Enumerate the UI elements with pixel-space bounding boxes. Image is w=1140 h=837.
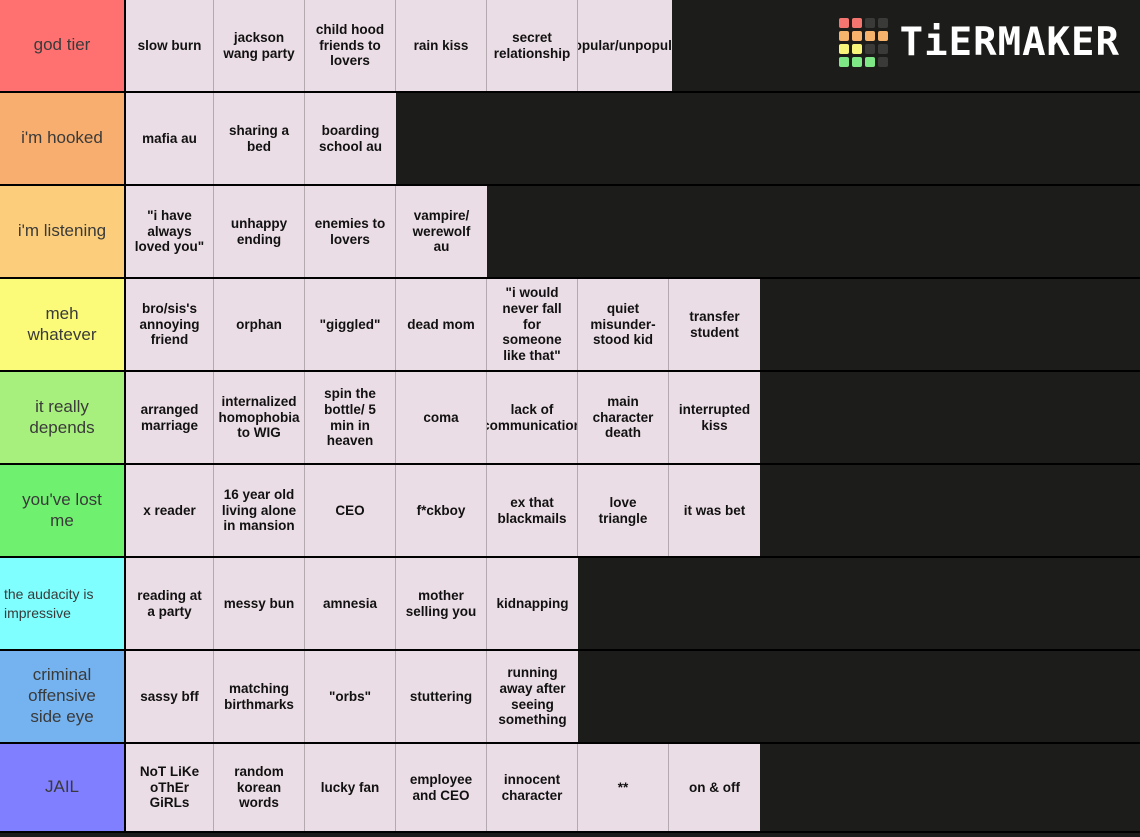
tier-label[interactable]: god tier [0, 0, 126, 91]
tier-row: i'm hooked mafia au sharing a bed boarding … [0, 93, 1140, 186]
tier-item[interactable]: love triangle [578, 465, 669, 556]
tier-item[interactable]: messy bun [214, 558, 305, 649]
tier-item[interactable]: coma [396, 372, 487, 463]
tier-row: criminal offensive side eye sassy bff matc… [0, 651, 1140, 744]
tier-item[interactable]: f*ckboy [396, 465, 487, 556]
tier-row: meh whatever bro/sis's annoying friend orp… [0, 279, 1140, 372]
tier-item[interactable]: spin the bottle/ 5 min in heaven [305, 372, 396, 463]
tier-item[interactable]: arranged marriage [126, 372, 214, 463]
tier-row: JAIL NoT LiKe oThEr GiRLs random korean wo… [0, 744, 1140, 833]
tier-item[interactable]: 16 year old living alone in mansion [214, 465, 305, 556]
tier-items-container: slow burn jackson wang party child hood fr… [126, 0, 1140, 91]
tier-item[interactable]: main character death [578, 372, 669, 463]
tier-item[interactable]: amnesia [305, 558, 396, 649]
tier-item[interactable]: mother selling you [396, 558, 487, 649]
tier-item[interactable]: child hood friends to lovers [305, 0, 396, 91]
tier-label[interactable]: it really depends [0, 372, 126, 463]
tier-item[interactable]: innocent character [487, 744, 578, 831]
tier-item[interactable]: popular/unpopular [578, 0, 672, 91]
tier-item[interactable]: lack of communication [487, 372, 578, 463]
tier-row: i'm listening "i have always loved you" un… [0, 186, 1140, 279]
tier-item[interactable]: sharing a bed [214, 93, 305, 184]
tier-row: it really depends arranged marriage intern… [0, 372, 1140, 465]
tier-item[interactable]: matching birthmarks [214, 651, 305, 742]
tier-items-container: "i have always loved you" unhappy ending e… [126, 186, 1140, 277]
tier-items-container: sassy bff matching birthmarks "orbs" stutte… [126, 651, 1140, 742]
tier-rows-container: god tier slow burn jackson wang party child… [0, 0, 1140, 833]
tier-item[interactable]: slow burn [126, 0, 214, 91]
tier-label[interactable]: meh whatever [0, 279, 126, 370]
tier-item[interactable]: on & off [669, 744, 760, 831]
tier-items-container: arranged marriage internalized homophobia… [126, 372, 1140, 463]
tier-item[interactable]: secret relationship [487, 0, 578, 91]
tier-list-board: god tier slow burn jackson wang party child… [0, 0, 1140, 837]
tier-item[interactable]: jackson wang party [214, 0, 305, 91]
tier-item[interactable]: vampire/ werewolf au [396, 186, 487, 277]
tier-item[interactable]: stuttering [396, 651, 487, 742]
tier-item[interactable]: NoT LiKe oThEr GiRLs [126, 744, 214, 831]
tier-item[interactable]: random korean words [214, 744, 305, 831]
tier-item[interactable]: CEO [305, 465, 396, 556]
tier-label[interactable]: i'm hooked [0, 93, 126, 184]
tier-items-container: reading at a party messy bun amnesia mother… [126, 558, 1140, 649]
tier-item[interactable]: orphan [214, 279, 305, 370]
tier-item[interactable]: rain kiss [396, 0, 487, 91]
tier-label[interactable]: you've lost me [0, 465, 126, 556]
tier-row: you've lost me x reader 16 year old living… [0, 465, 1140, 558]
tier-label[interactable]: criminal offensive side eye [0, 651, 126, 742]
tier-item[interactable]: enemies to lovers [305, 186, 396, 277]
tier-row: the audacity is impressive reading at a p… [0, 558, 1140, 651]
tier-item[interactable]: bro/sis's annoying friend [126, 279, 214, 370]
tier-item[interactable]: "giggled" [305, 279, 396, 370]
tier-item[interactable]: ** [578, 744, 669, 831]
tier-item[interactable]: ex that blackmails [487, 465, 578, 556]
tier-item[interactable]: lucky fan [305, 744, 396, 831]
tier-items-container: bro/sis's annoying friend orphan "giggled"… [126, 279, 1140, 370]
tier-label[interactable]: i'm listening [0, 186, 126, 277]
tier-label[interactable]: JAIL [0, 744, 126, 831]
tier-label[interactable]: the audacity is impressive [0, 558, 126, 649]
tier-item[interactable]: reading at a party [126, 558, 214, 649]
tier-item[interactable]: dead mom [396, 279, 487, 370]
tier-item[interactable]: running away after seeing something [487, 651, 578, 742]
tier-item[interactable]: "orbs" [305, 651, 396, 742]
tier-item[interactable]: boarding school au [305, 93, 396, 184]
tier-items-container: mafia au sharing a bed boarding school au [126, 93, 1140, 184]
tier-items-container: NoT LiKe oThEr GiRLs random korean words l… [126, 744, 1140, 831]
tier-item[interactable]: interrupted kiss [669, 372, 760, 463]
tier-item[interactable]: "i would never fall for someone like tha… [487, 279, 578, 370]
tier-row: god tier slow burn jackson wang party child… [0, 0, 1140, 93]
tier-item[interactable]: employee and CEO [396, 744, 487, 831]
tier-item[interactable]: quiet misunder- stood kid [578, 279, 669, 370]
tier-item[interactable]: sassy bff [126, 651, 214, 742]
tier-item[interactable]: internalized homophobia to WIG [214, 372, 305, 463]
tier-item[interactable]: kidnapping [487, 558, 578, 649]
tier-item[interactable]: mafia au [126, 93, 214, 184]
tier-item[interactable]: unhappy ending [214, 186, 305, 277]
tier-item[interactable]: transfer student [669, 279, 760, 370]
tier-item[interactable]: x reader [126, 465, 214, 556]
tier-item[interactable]: it was bet [669, 465, 760, 556]
tier-item[interactable]: "i have always loved you" [126, 186, 214, 277]
tier-items-container: x reader 16 year old living alone in mans… [126, 465, 1140, 556]
